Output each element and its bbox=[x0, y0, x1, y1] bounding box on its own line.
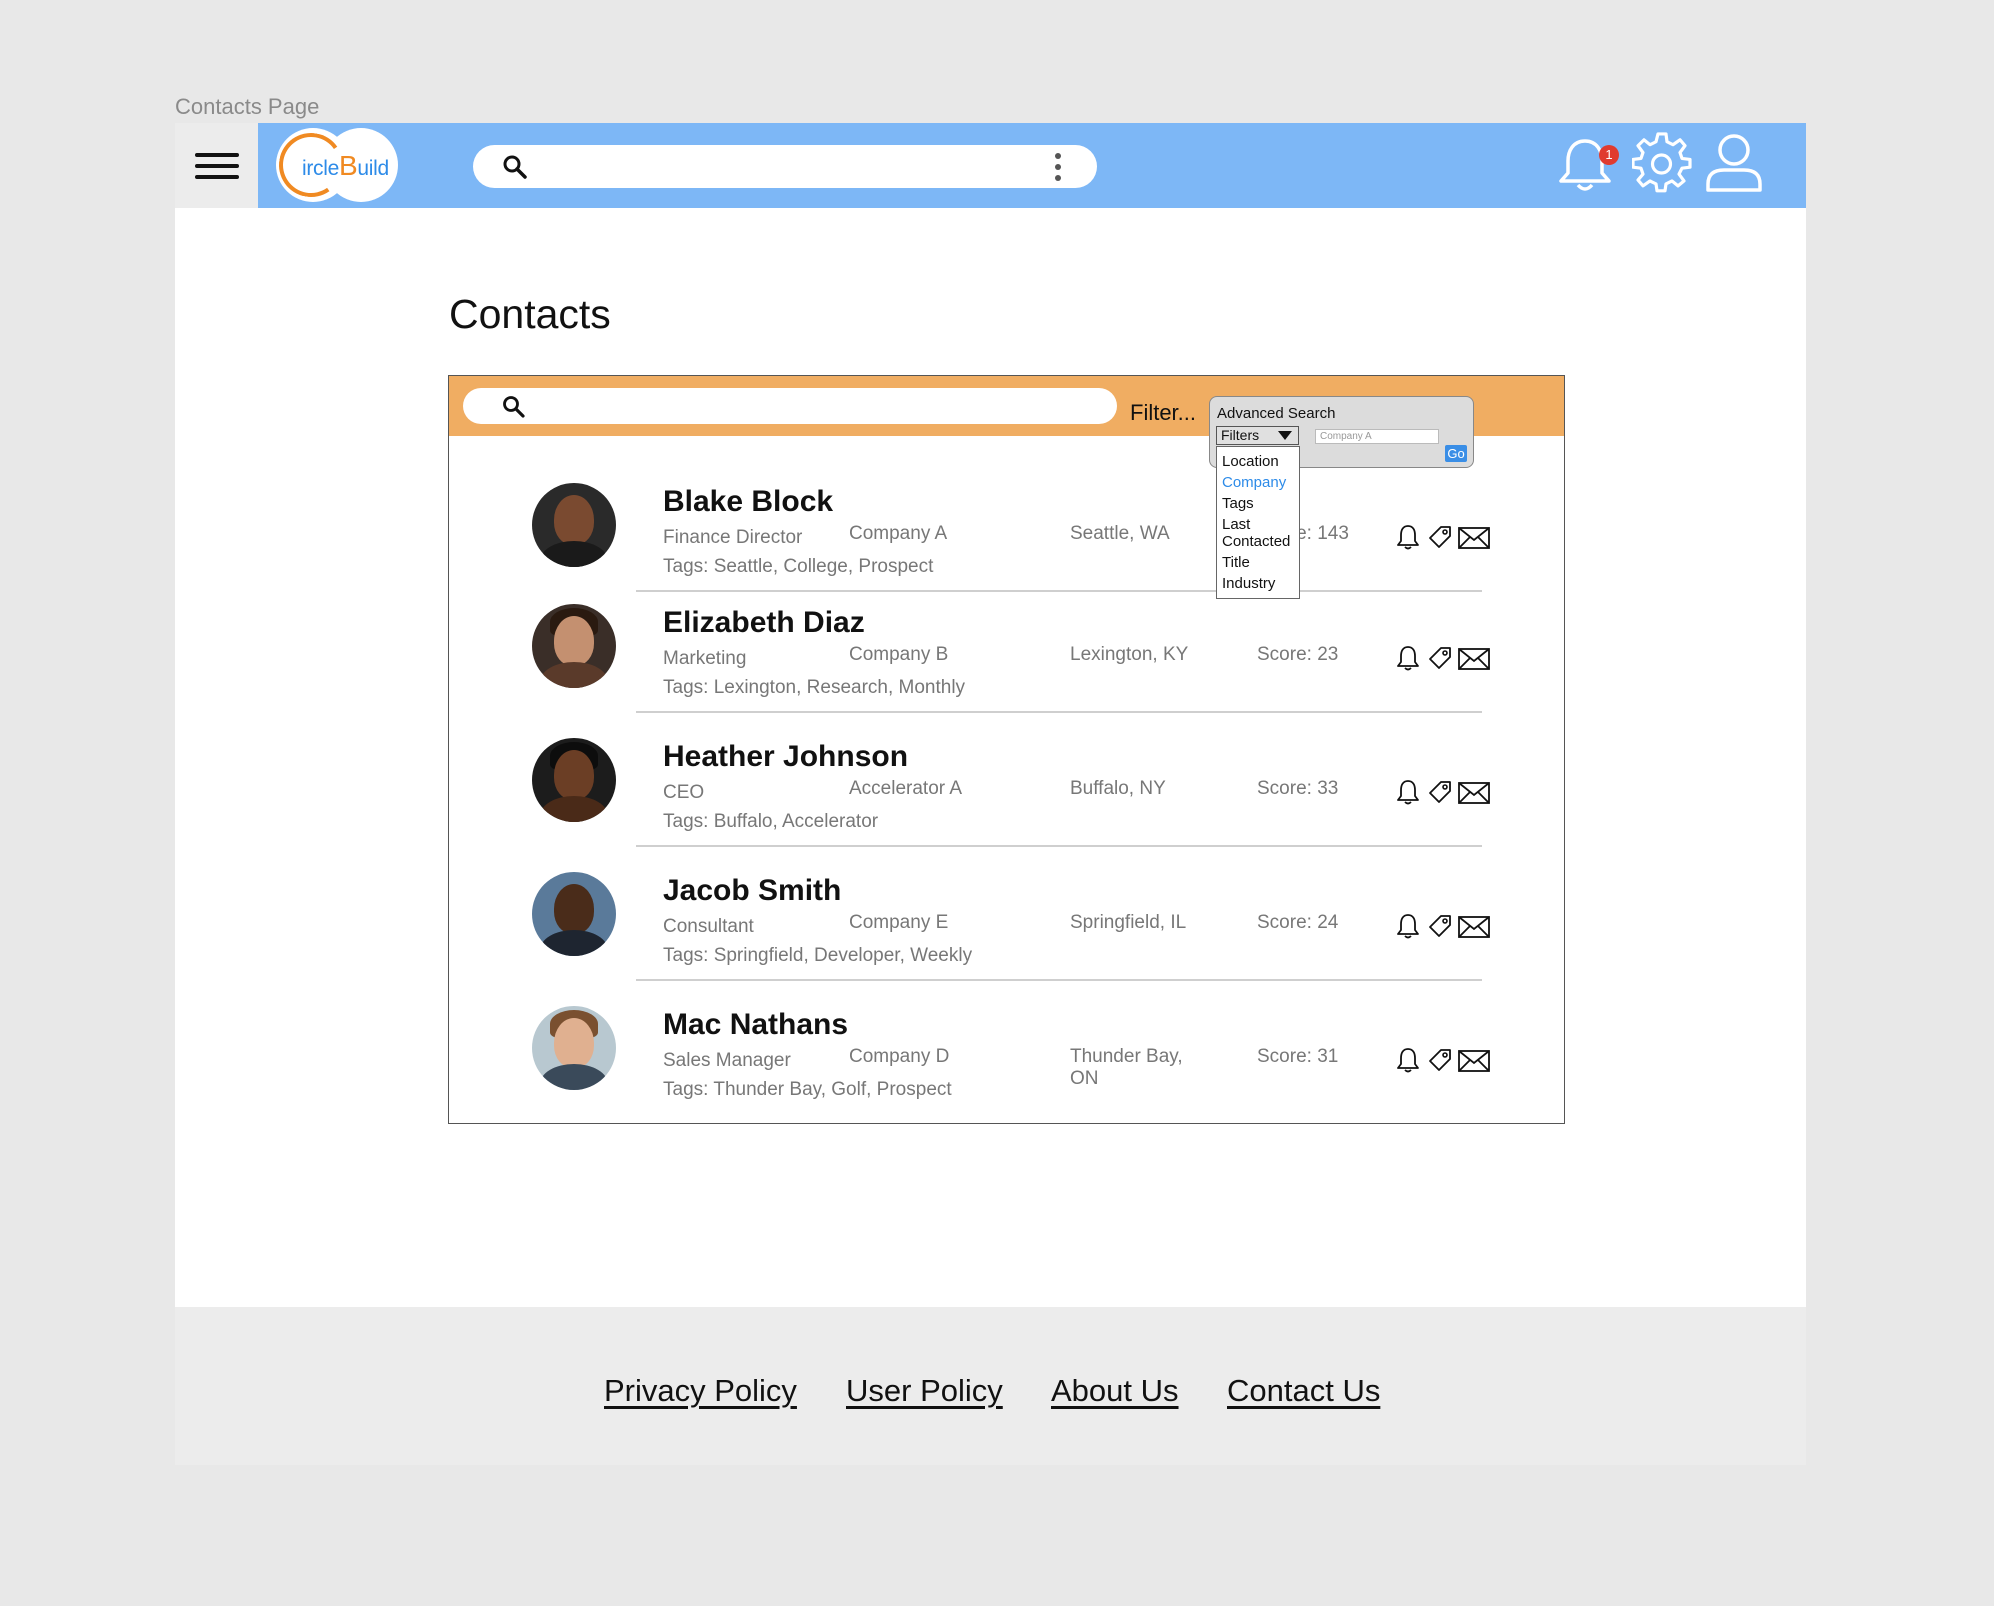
go-button[interactable]: Go bbox=[1445, 445, 1467, 462]
filter-option-location[interactable]: Location bbox=[1222, 453, 1299, 470]
contacts-search-input[interactable] bbox=[463, 388, 1117, 424]
row-divider bbox=[636, 711, 1482, 713]
hamburger-menu-icon[interactable] bbox=[195, 153, 239, 179]
bell-icon[interactable] bbox=[1395, 912, 1421, 945]
contact-avatar bbox=[532, 1006, 616, 1090]
contact-tags: Tags: Lexington, Research, Monthly bbox=[663, 677, 966, 698]
filter-option-title[interactable]: Title bbox=[1222, 554, 1299, 571]
bell-icon[interactable] bbox=[1395, 644, 1421, 677]
notification-badge: 1 bbox=[1599, 145, 1619, 165]
filter-button[interactable]: Filter... bbox=[1130, 400, 1196, 426]
advanced-search-value-input[interactable]: Company A bbox=[1315, 429, 1439, 444]
settings-gear-icon[interactable] bbox=[1631, 132, 1692, 199]
contact-tags: Tags: Thunder Bay, Golf, Prospect bbox=[663, 1079, 952, 1100]
contact-avatar bbox=[532, 872, 616, 956]
bell-icon[interactable] bbox=[1395, 1046, 1421, 1079]
mail-icon[interactable] bbox=[1457, 778, 1491, 811]
contact-avatar bbox=[532, 483, 616, 567]
contact-role: Marketing bbox=[663, 648, 747, 669]
about-us-link[interactable]: About Us bbox=[1051, 1373, 1179, 1409]
contact-row[interactable]: Elizabeth Diaz Marketing Company B Lexin… bbox=[449, 604, 1564, 738]
mail-icon[interactable] bbox=[1457, 523, 1491, 556]
contact-role: CEO bbox=[663, 782, 705, 803]
caret-down-icon bbox=[1278, 431, 1292, 440]
footer: Privacy Policy User Policy About Us Cont… bbox=[175, 1307, 1806, 1465]
filters-select[interactable]: Filters bbox=[1216, 426, 1299, 445]
tag-icon[interactable] bbox=[1427, 644, 1453, 677]
menu-strip bbox=[175, 123, 258, 208]
contact-location: Springfield, IL bbox=[1070, 912, 1187, 933]
contact-score: Score: 31 bbox=[1257, 1046, 1339, 1067]
user-profile-icon[interactable] bbox=[1704, 132, 1764, 199]
contact-role: Consultant bbox=[663, 916, 754, 937]
contact-avatar bbox=[532, 738, 616, 822]
contact-location: Thunder Bay, ON bbox=[1070, 1046, 1183, 1089]
bell-icon[interactable] bbox=[1395, 523, 1421, 556]
contact-score: Score: 23 bbox=[1257, 644, 1339, 665]
mail-icon[interactable] bbox=[1457, 644, 1491, 677]
filter-option-company[interactable]: Company bbox=[1222, 474, 1299, 491]
contact-location: Seattle, WA bbox=[1070, 523, 1170, 544]
contact-avatar bbox=[532, 604, 616, 688]
filter-option-industry[interactable]: Industry bbox=[1222, 575, 1299, 592]
contact-us-link[interactable]: Contact Us bbox=[1227, 1373, 1380, 1409]
user-policy-link[interactable]: User Policy bbox=[846, 1373, 1003, 1409]
mail-icon[interactable] bbox=[1457, 912, 1491, 945]
contact-location: Buffalo, NY bbox=[1070, 778, 1166, 799]
contact-company: Company E bbox=[849, 912, 949, 933]
contact-company: Company A bbox=[849, 523, 948, 544]
contact-company: Company B bbox=[849, 644, 949, 665]
filter-option-last-contacted[interactable]: Last Contacted bbox=[1222, 516, 1298, 550]
tag-icon[interactable] bbox=[1427, 523, 1453, 556]
search-icon bbox=[501, 394, 527, 425]
filter-option-tags[interactable]: Tags bbox=[1222, 495, 1299, 512]
row-divider bbox=[636, 979, 1482, 981]
contact-tags: Tags: Seattle, College, Prospect bbox=[663, 556, 934, 577]
more-options-icon[interactable] bbox=[1055, 153, 1061, 181]
filters-dropdown-menu: Location Company Tags Last Contacted Tit… bbox=[1216, 446, 1300, 599]
top-navigation-bar: ircleBuild 1 bbox=[258, 123, 1806, 208]
row-divider bbox=[636, 845, 1482, 847]
contact-tags: Tags: Buffalo, Accelerator bbox=[663, 811, 879, 832]
app-frame: ircleBuild 1 Contacts Filter... Advanced… bbox=[175, 123, 1806, 1465]
row-divider bbox=[636, 590, 1482, 592]
contact-company: Company D bbox=[849, 1046, 950, 1067]
contact-row[interactable]: Heather Johnson CEO Accelerator A Buffal… bbox=[449, 738, 1564, 872]
contact-role: Sales Manager bbox=[663, 1050, 791, 1071]
circlebuild-logo[interactable]: ircleBuild bbox=[273, 127, 400, 203]
contact-score: Score: 33 bbox=[1257, 778, 1339, 799]
notifications-bell-icon[interactable]: 1 bbox=[1553, 131, 1619, 202]
contact-role: Finance Director bbox=[663, 527, 803, 548]
contact-row[interactable]: Mac Nathans Sales Manager Company D Thun… bbox=[449, 1006, 1564, 1140]
page-label: Contacts Page bbox=[175, 94, 320, 119]
contact-location: Lexington, KY bbox=[1070, 644, 1189, 665]
contact-company: Accelerator A bbox=[849, 778, 962, 799]
contact-row[interactable]: Blake Block Finance Director Company A S… bbox=[449, 483, 1564, 617]
global-search-input[interactable] bbox=[473, 145, 1097, 188]
bell-icon[interactable] bbox=[1395, 778, 1421, 811]
page-title: Contacts bbox=[449, 291, 611, 337]
contact-name[interactable]: Blake Block bbox=[663, 485, 833, 519]
contact-name[interactable]: Elizabeth Diaz bbox=[663, 606, 865, 640]
contact-tags: Tags: Springfield, Developer, Weekly bbox=[663, 945, 973, 966]
tag-icon[interactable] bbox=[1427, 912, 1453, 945]
contact-row[interactable]: Jacob Smith Consultant Company E Springf… bbox=[449, 872, 1564, 1006]
privacy-policy-link[interactable]: Privacy Policy bbox=[604, 1373, 797, 1409]
advanced-search-title: Advanced Search bbox=[1217, 405, 1336, 422]
tag-icon[interactable] bbox=[1427, 1046, 1453, 1079]
contact-name[interactable]: Mac Nathans bbox=[663, 1008, 848, 1042]
contact-name[interactable]: Heather Johnson bbox=[663, 740, 908, 774]
search-icon bbox=[501, 153, 529, 186]
contact-name[interactable]: Jacob Smith bbox=[663, 874, 841, 908]
contact-score: Score: 24 bbox=[1257, 912, 1339, 933]
mail-icon[interactable] bbox=[1457, 1046, 1491, 1079]
contacts-card: Filter... Advanced Search Filters Compan… bbox=[448, 375, 1565, 1124]
tag-icon[interactable] bbox=[1427, 778, 1453, 811]
